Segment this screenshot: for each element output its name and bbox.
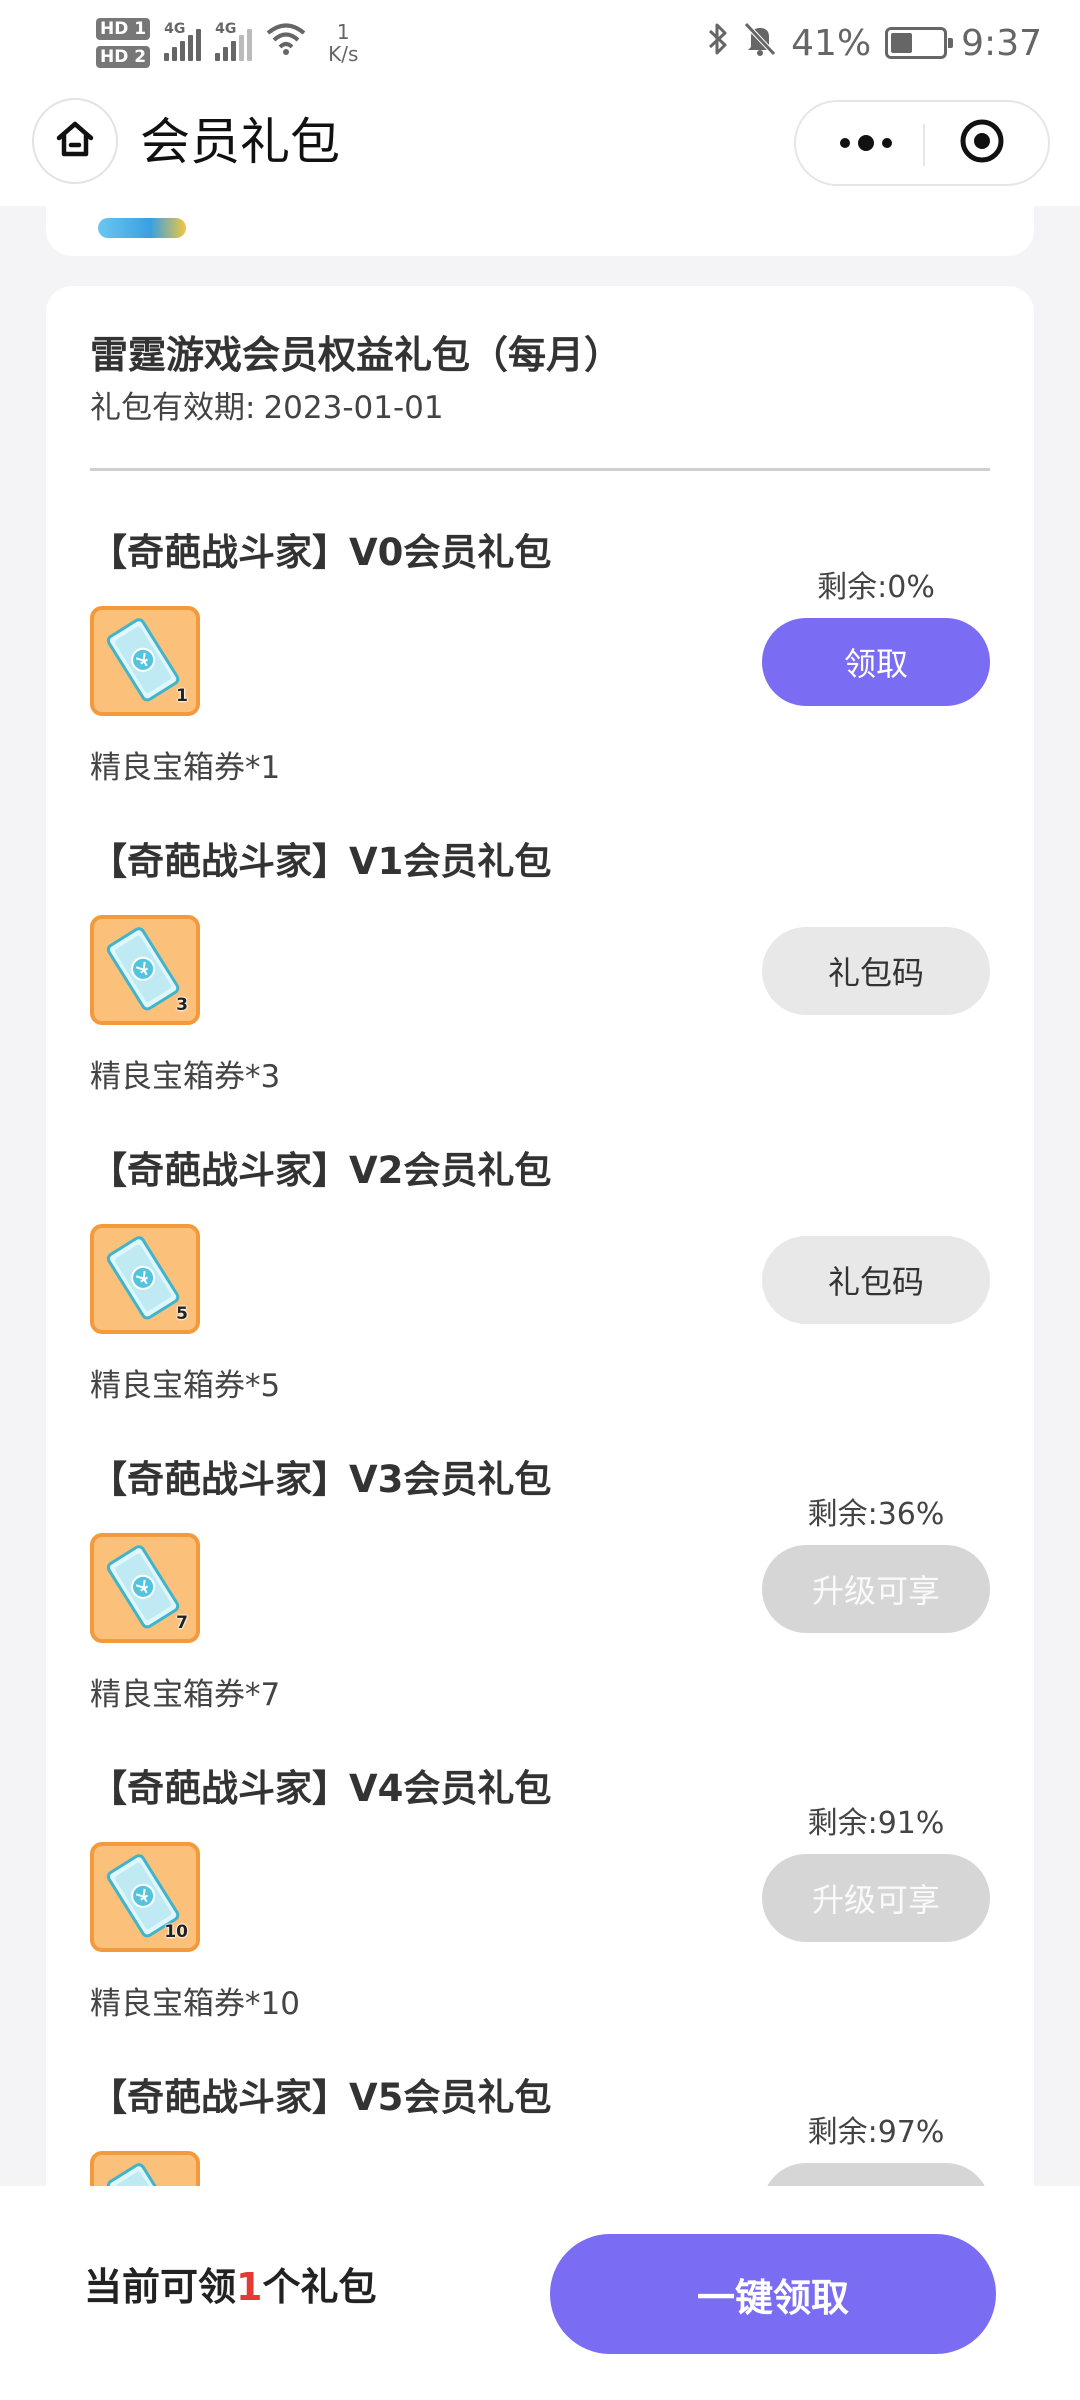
remaining-percent: 剩余:91% bbox=[807, 1806, 945, 1841]
section-divider bbox=[90, 468, 990, 471]
ticket-quantity: 7 bbox=[176, 1613, 188, 1633]
summary-suffix: 个礼包 bbox=[262, 2265, 377, 2309]
ticket-quantity: 5 bbox=[176, 1304, 188, 1324]
page-title: 会员礼包 bbox=[140, 113, 340, 171]
status-bar-left: HD 1 HD 2 4G 4G 1 K/s bbox=[96, 8, 358, 78]
home-icon bbox=[53, 117, 97, 165]
gift-item-v3: 【奇葩战斗家】V3会员礼包 7 精良宝箱券*7 剩余:36% 升级可享 bbox=[46, 1449, 1034, 1761]
gift-reward-text: 精良宝箱券*3 bbox=[90, 1059, 281, 1095]
previous-card bbox=[46, 206, 1034, 256]
gift-reward-text: 精良宝箱券*5 bbox=[90, 1368, 281, 1404]
bottom-bar: 当前可领1个礼包 一键领取 bbox=[0, 2186, 1080, 2400]
gift-reward-text: 精良宝箱券*1 bbox=[90, 750, 281, 786]
mini-program-capsule bbox=[794, 100, 1050, 186]
status-bar: HD 1 HD 2 4G 4G 1 K/s 41% 9:37 bbox=[0, 0, 1080, 80]
hd2-badge: HD 2 bbox=[96, 46, 151, 68]
nav-bar: 会员礼包 bbox=[0, 80, 1080, 206]
claim-all-button[interactable]: 一键领取 bbox=[550, 2234, 996, 2354]
claimable-summary: 当前可领1个礼包 bbox=[84, 2256, 376, 2311]
gift-item-v2: 【奇葩战斗家】V2会员礼包 5 精良宝箱券*5 礼包码 bbox=[46, 1140, 1034, 1452]
claim-button[interactable]: 领取 bbox=[762, 618, 990, 706]
signal-icon: 4G bbox=[164, 21, 202, 61]
more-icon bbox=[840, 138, 850, 148]
ticket-icon bbox=[90, 2151, 200, 2186]
target-icon bbox=[958, 117, 1006, 169]
home-button[interactable] bbox=[32, 98, 118, 184]
ticket-quantity: 1 bbox=[176, 686, 188, 706]
gift-item-v0: 【奇葩战斗家】V0会员礼包 1 精良宝箱券*1 剩余:0% 领取 bbox=[46, 522, 1034, 834]
battery-icon bbox=[885, 27, 954, 59]
wifi-icon bbox=[266, 22, 306, 65]
upgrade-button bbox=[762, 2163, 990, 2186]
upgrade-button: 升级可享 bbox=[762, 1854, 990, 1942]
network-speed: 1 K/s bbox=[328, 21, 358, 65]
gift-title: 【奇葩战斗家】V1会员礼包 bbox=[90, 840, 552, 883]
section-title: 雷霆游戏会员权益礼包（每月） bbox=[90, 333, 623, 377]
gift-item-v5: 【奇葩战斗家】V5会员礼包 剩余:97% bbox=[46, 2067, 1034, 2186]
ticket-icon: 10 bbox=[90, 1842, 200, 1952]
ticket-icon: 5 bbox=[90, 1224, 200, 1334]
hd1-badge: HD 1 bbox=[96, 18, 151, 40]
gift-section-card: 雷霆游戏会员权益礼包（每月） 礼包有效期: 2023-01-01 【奇葩战斗家】V… bbox=[46, 286, 1034, 2186]
ticket-quantity: 3 bbox=[176, 995, 188, 1015]
gift-title: 【奇葩战斗家】V4会员礼包 bbox=[90, 1767, 552, 1810]
close-mini-program-button[interactable] bbox=[932, 102, 1032, 184]
validity-label: 礼包有效期: bbox=[90, 390, 256, 426]
upgrade-button: 升级可享 bbox=[762, 1545, 990, 1633]
battery-percent: 41% bbox=[791, 22, 872, 64]
content-scroll[interactable]: 雷霆游戏会员权益礼包（每月） 礼包有效期: 2023-01-01 【奇葩战斗家】V… bbox=[0, 206, 1080, 2186]
ticket-icon: 7 bbox=[90, 1533, 200, 1643]
claimable-count: 1 bbox=[236, 2265, 263, 2309]
battery-fill bbox=[891, 33, 912, 53]
gift-reward-text: 精良宝箱券*10 bbox=[90, 1986, 300, 2022]
speed-unit: K/s bbox=[328, 42, 359, 66]
gift-title: 【奇葩战斗家】V2会员礼包 bbox=[90, 1149, 552, 1192]
speed-value: 1 bbox=[336, 20, 350, 44]
status-bar-right: 41% 9:37 bbox=[707, 8, 1042, 78]
remaining-percent: 剩余:36% bbox=[807, 1497, 945, 1532]
bluetooth-icon bbox=[707, 21, 729, 66]
banner-image-peek bbox=[98, 218, 186, 238]
network-type-2: 4G bbox=[215, 21, 237, 37]
more-button[interactable] bbox=[816, 102, 916, 184]
gift-title: 【奇葩战斗家】V3会员礼包 bbox=[90, 1458, 552, 1501]
remaining-percent: 剩余:0% bbox=[817, 570, 935, 605]
mute-icon bbox=[743, 21, 777, 66]
remaining-percent: 剩余:97% bbox=[807, 2115, 945, 2150]
network-type-1: 4G bbox=[164, 21, 186, 37]
gift-item-v4: 【奇葩战斗家】V4会员礼包 10 精良宝箱券*10 剩余:91% 升级可享 bbox=[46, 1758, 1034, 2070]
signal-icon-2: 4G bbox=[215, 21, 253, 61]
capsule-divider bbox=[923, 124, 925, 166]
gift-item-v1: 【奇葩战斗家】V1会员礼包 3 精良宝箱券*3 礼包码 bbox=[46, 831, 1034, 1143]
gift-code-button[interactable]: 礼包码 bbox=[762, 927, 990, 1015]
gift-title: 【奇葩战斗家】V0会员礼包 bbox=[90, 531, 552, 574]
hd-indicators: HD 1 HD 2 bbox=[96, 18, 151, 68]
summary-prefix: 当前可领 bbox=[84, 2265, 237, 2309]
validity-line: 礼包有效期: 2023-01-01 bbox=[90, 382, 444, 427]
validity-date: 2023-01-01 bbox=[263, 390, 444, 426]
ticket-icon: 1 bbox=[90, 606, 200, 716]
gift-title: 【奇葩战斗家】V5会员礼包 bbox=[90, 2076, 552, 2119]
ticket-quantity: 10 bbox=[164, 1922, 188, 1942]
gift-code-button[interactable]: 礼包码 bbox=[762, 1236, 990, 1324]
ticket-icon: 3 bbox=[90, 915, 200, 1025]
clock: 9:37 bbox=[961, 22, 1042, 64]
gift-reward-text: 精良宝箱券*7 bbox=[90, 1677, 281, 1713]
